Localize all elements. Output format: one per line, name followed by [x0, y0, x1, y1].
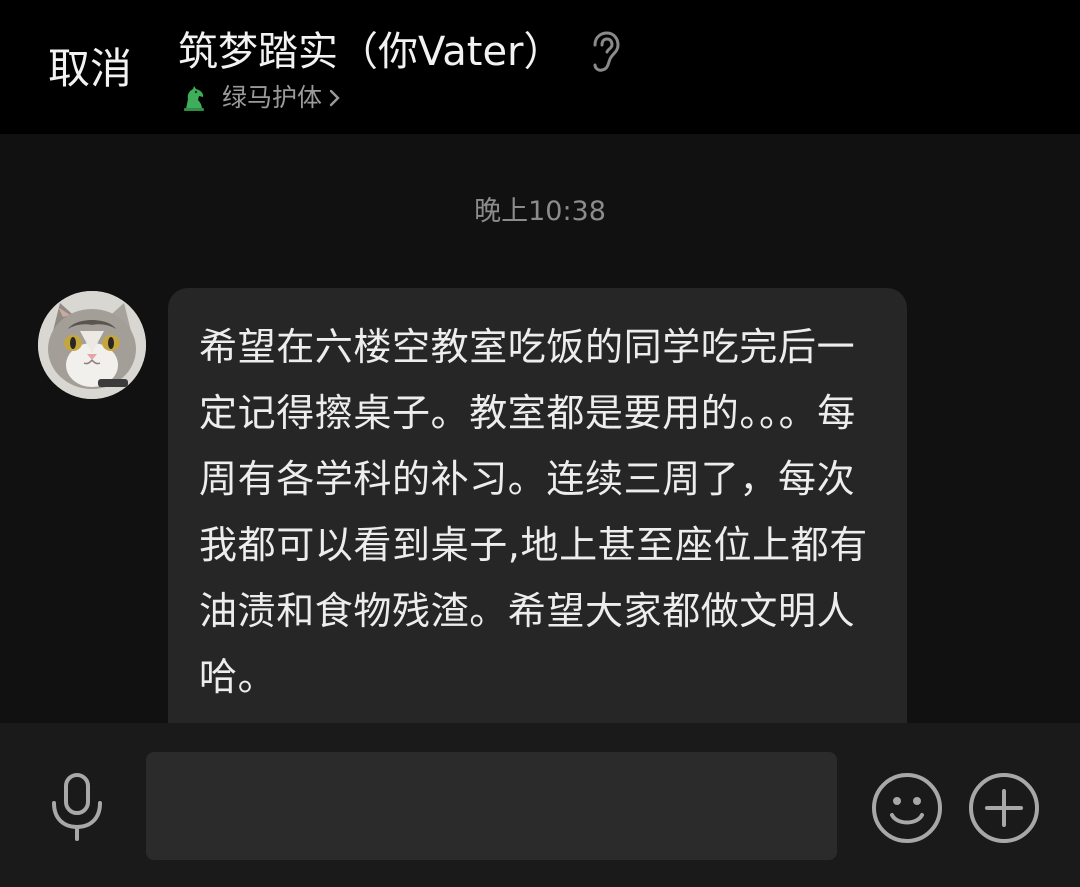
group-status-label: 绿马护体 [222, 83, 323, 112]
chevron-right-icon [328, 87, 342, 109]
chat-title-row[interactable]: 筑梦踏实（你Vater） [178, 26, 622, 78]
group-status-row[interactable]: 绿马护体 [180, 82, 342, 114]
cat-avatar[interactable] [38, 291, 146, 399]
emoji-icon[interactable] [870, 771, 944, 845]
chat-title: 筑梦踏实（你Vater） [178, 29, 564, 75]
microphone-icon[interactable] [44, 771, 110, 843]
message-text: 希望在六楼空教室吃饭的同学吃完后一定记得擦桌子。教室都是要用的。。。每周有各学科… [199, 325, 868, 699]
horse-icon [180, 84, 208, 112]
ear-icon[interactable] [586, 30, 622, 74]
cancel-button[interactable]: 取消 [48, 44, 132, 94]
message-list[interactable]: 晚上10:38 希望在六楼空教室吃饭的同学吃完后一定记得擦桌子。教室都是要用的。… [0, 134, 1080, 832]
message-timestamp: 晚上10:38 [474, 196, 606, 227]
chat-header: 取消 筑梦踏实（你Vater） 绿马护体 [0, 0, 1080, 134]
input-bar [0, 723, 1080, 887]
plus-icon[interactable] [967, 771, 1041, 845]
chat-screen: 取消 筑梦踏实（你Vater） 绿马护体 晚上10:38 希望在六楼空教室吃饭的… [0, 0, 1080, 887]
message-input[interactable] [146, 752, 837, 860]
